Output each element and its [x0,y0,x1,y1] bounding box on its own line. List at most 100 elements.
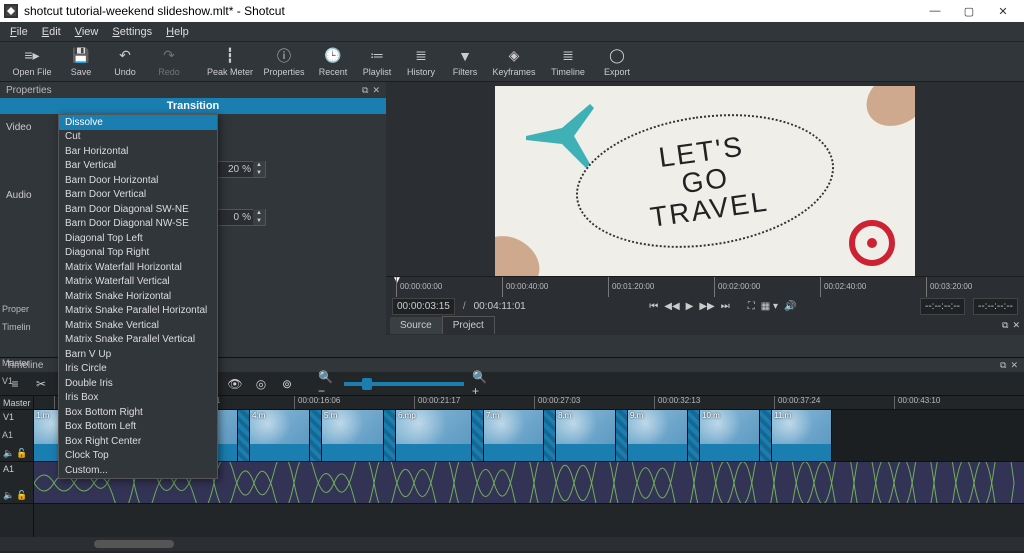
out-timecode[interactable]: --:--:--:-- [973,298,1018,315]
window-minimize-button[interactable]: ― [918,0,952,22]
menu-file[interactable]: File [4,24,34,40]
video-clip[interactable]: 8.m [556,410,616,461]
zoom-fit-icon[interactable]: ⛶ [748,301,755,312]
scrub-icon[interactable]: 👁 [226,375,244,393]
panel-float-icon[interactable]: ⧉ [1002,320,1008,331]
peak-meter-button[interactable]: ┇Peak Meter [204,43,256,81]
panel-float-icon[interactable]: ⧉ [1000,360,1006,371]
video-clip[interactable]: 4.m [250,410,310,461]
video-clip[interactable]: 11.m [772,410,832,461]
current-timecode[interactable]: 00:00:03:15 [392,298,455,315]
panel-float-icon[interactable]: ⧉ [362,85,368,96]
skip-start-icon[interactable]: ⏮ [649,301,658,312]
transition-option[interactable]: Double Iris [59,376,217,391]
skip-end-icon[interactable]: ⏭ [721,301,730,312]
transition-clip[interactable] [688,410,700,461]
spin-down-icon[interactable]: ▼ [253,217,265,225]
lock-icon[interactable]: 🔓 [16,490,27,501]
transition-clip[interactable] [544,410,556,461]
spin-up-icon[interactable]: ▲ [253,161,265,169]
mute-icon[interactable]: 🔈 [3,490,14,501]
panel-close-icon[interactable]: ✕ [1010,360,1018,371]
source-tab[interactable]: Source [390,317,442,334]
recent-button[interactable]: 🕒Recent [312,43,354,81]
video-clip[interactable]: 10.m [700,410,760,461]
forward-icon[interactable]: ▶▶ [699,301,714,312]
video-clip[interactable]: 9.m [628,410,688,461]
zoom-out-icon[interactable]: 🔍− [318,375,336,393]
history-button[interactable]: ≣History [400,43,442,81]
transition-option[interactable]: Matrix Waterfall Vertical [59,275,217,290]
window-close-button[interactable]: ✕ [986,0,1020,22]
track-head-a1[interactable]: A1 🔈🔓 [0,462,33,504]
playlist-button[interactable]: ≔Playlist [356,43,398,81]
video-clip[interactable]: 6.mp [396,410,472,461]
undo-button[interactable]: ↶Undo [104,43,146,81]
transition-clip[interactable] [760,410,772,461]
menu-view[interactable]: View [69,24,105,40]
db-spinner[interactable]: 0 % ▲▼ [211,209,266,226]
transition-option[interactable]: Diagonal Top Right [59,246,217,261]
redo-button[interactable]: ↷Redo [148,43,190,81]
volume-icon[interactable]: 🔊 [784,301,796,312]
transition-clip[interactable] [238,410,250,461]
transition-clip[interactable] [384,410,396,461]
menu-edit[interactable]: Edit [36,24,67,40]
transition-clip[interactable] [472,410,484,461]
keyframes-button[interactable]: ◈Keyframes [488,43,540,81]
grid-icon[interactable]: ▦ ▾ [761,301,778,312]
zoom-slider[interactable] [344,382,464,386]
transition-option[interactable]: Clock Top [59,449,217,464]
save-button[interactable]: 💾Save [60,43,102,81]
export-button[interactable]: ◯Export [596,43,638,81]
transition-tab[interactable]: Transition [0,98,386,114]
transition-option[interactable]: Custom... [59,463,217,478]
window-maximize-button[interactable]: ▢ [952,0,986,22]
timeline-scrollbar[interactable] [0,537,1024,551]
play-icon[interactable]: ▶ [686,301,694,312]
filters-button[interactable]: ▼Filters [444,43,486,81]
transition-type-dropdown[interactable]: DissolveCutBar HorizontalBar VerticalBar… [58,114,218,479]
transition-option[interactable]: Diagonal Top Left [59,231,217,246]
spin-up-icon[interactable]: ▲ [253,209,265,217]
transition-option[interactable]: Matrix Snake Parallel Vertical [59,333,217,348]
transition-option[interactable]: Barn V Up [59,347,217,362]
softness-spinner[interactable]: 20 % ▲▼ [211,161,266,178]
transition-clip[interactable] [616,410,628,461]
transition-option[interactable]: Iris Box [59,391,217,406]
transition-option[interactable]: Barn Door Vertical [59,188,217,203]
transition-option[interactable]: Matrix Waterfall Horizontal [59,260,217,275]
project-tab[interactable]: Project [442,316,495,334]
transition-option[interactable]: Matrix Snake Horizontal [59,289,217,304]
panel-close-icon[interactable]: ✕ [1012,320,1020,331]
transition-clip[interactable] [310,410,322,461]
transition-option[interactable]: Barn Door Diagonal SW-NE [59,202,217,217]
transition-option[interactable]: Box Right Center [59,434,217,449]
timeline-button[interactable]: ≣Timeline [542,43,594,81]
menu-settings[interactable]: Settings [106,24,158,40]
open-file-button[interactable]: ≡▸Open File [6,43,58,81]
video-clip[interactable]: 7.m [484,410,544,461]
ripple-all-icon[interactable]: ⊚ [278,375,296,393]
ripple-icon[interactable]: ◎ [252,375,270,393]
transition-option[interactable]: Bar Horizontal [59,144,217,159]
transition-option[interactable]: Box Bottom Left [59,420,217,435]
zoom-in-icon[interactable]: 🔍+ [472,375,490,393]
rewind-icon[interactable]: ◀◀ [664,301,679,312]
properties-button[interactable]: ⓘProperties [258,43,310,81]
transition-option[interactable]: Barn Door Horizontal [59,173,217,188]
transition-option[interactable]: Matrix Snake Vertical [59,318,217,333]
menu-help[interactable]: Help [160,24,195,40]
transition-option[interactable]: Box Bottom Right [59,405,217,420]
transition-option[interactable]: Bar Vertical [59,159,217,174]
transition-option[interactable]: Iris Circle [59,362,217,377]
transition-option[interactable]: Matrix Snake Parallel Horizontal [59,304,217,319]
video-clip[interactable]: 5.m [322,410,384,461]
transition-option[interactable]: Barn Door Diagonal NW-SE [59,217,217,232]
in-timecode[interactable]: --:--:--:-- [920,298,965,315]
spin-down-icon[interactable]: ▼ [253,169,265,177]
transition-option[interactable]: Cut [59,130,217,145]
preview-ruler[interactable]: ▼ 00:00:00:0000:00:40:0000:01:20:0000:02… [386,276,1024,297]
transition-option[interactable]: Dissolve [59,115,217,130]
panel-close-icon[interactable]: ✕ [372,85,380,96]
